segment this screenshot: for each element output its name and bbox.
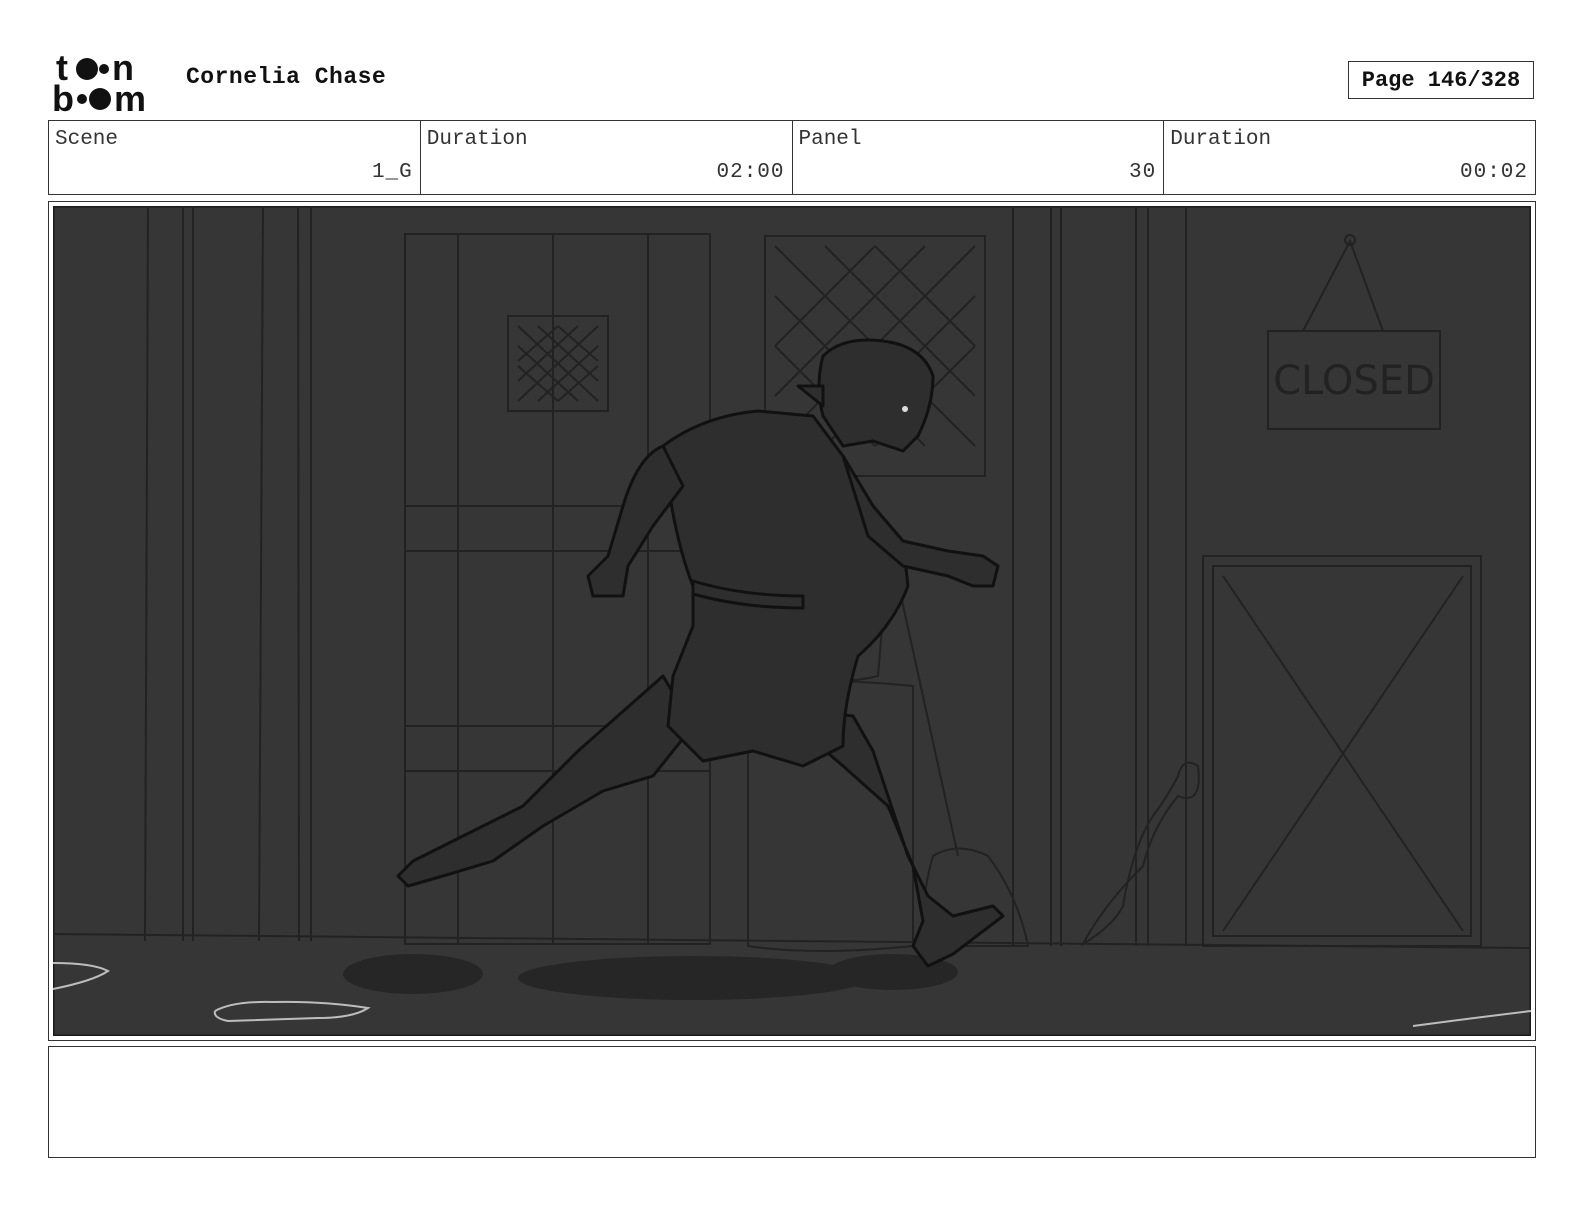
scene-label: Scene bbox=[55, 128, 119, 151]
project-title: Cornelia Chase bbox=[186, 64, 387, 90]
panel-cell: Panel 30 bbox=[793, 121, 1165, 194]
page-number: Page 146/328 bbox=[1348, 61, 1534, 99]
storyboard-panel: CLOSED bbox=[48, 201, 1536, 1041]
scene-duration-cell: Duration 02:00 bbox=[421, 121, 793, 194]
svg-text:m: m bbox=[114, 78, 146, 114]
caption-box bbox=[48, 1046, 1536, 1158]
closed-sign-text: CLOSED bbox=[1273, 358, 1435, 404]
panel-duration-label: Duration bbox=[1170, 128, 1272, 151]
panel-drawing: CLOSED bbox=[53, 206, 1531, 1036]
panel-value: 30 bbox=[1129, 161, 1157, 184]
panel-duration-value: 00:02 bbox=[1459, 161, 1528, 184]
scene-cell: Scene 1_G bbox=[49, 121, 421, 194]
toon-boom-logo: t n b m bbox=[52, 50, 146, 114]
scene-duration-label: Duration bbox=[426, 128, 528, 151]
svg-text:b: b bbox=[52, 78, 74, 114]
scene-duration-value: 02:00 bbox=[716, 161, 785, 184]
panel-label: Panel bbox=[798, 128, 862, 151]
scene-value: 1_G bbox=[371, 161, 413, 184]
panel-info-table: Scene 1_G Duration 02:00 Panel 30 Durati… bbox=[48, 120, 1536, 195]
panel-duration-cell: Duration 00:02 bbox=[1164, 121, 1535, 194]
